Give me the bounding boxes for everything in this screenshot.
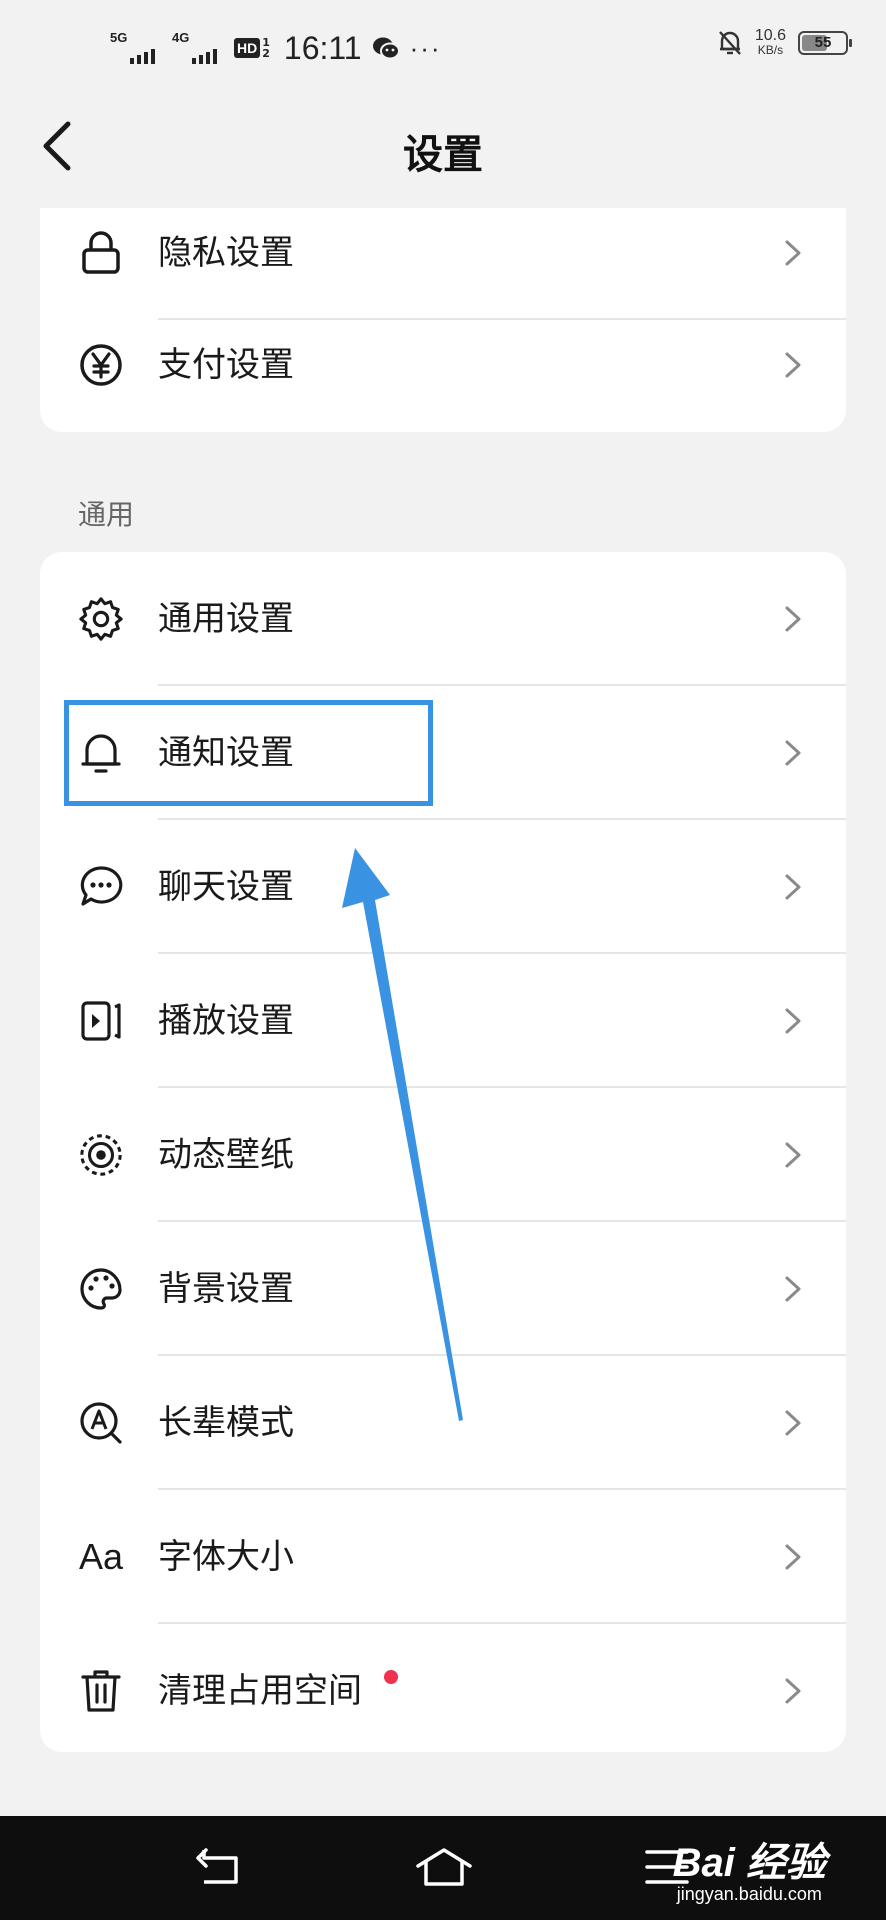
system-navigation-bar: Bai 经验 jingyan.baidu.com — [0, 1816, 886, 1920]
home-nav-icon[interactable] — [414, 1846, 474, 1888]
annotation-arrow-icon — [342, 848, 463, 1421]
back-nav-icon[interactable] — [196, 1846, 244, 1888]
baidu-jingyan-watermark: Bai 经验 jingyan.baidu.com — [672, 1841, 826, 1904]
